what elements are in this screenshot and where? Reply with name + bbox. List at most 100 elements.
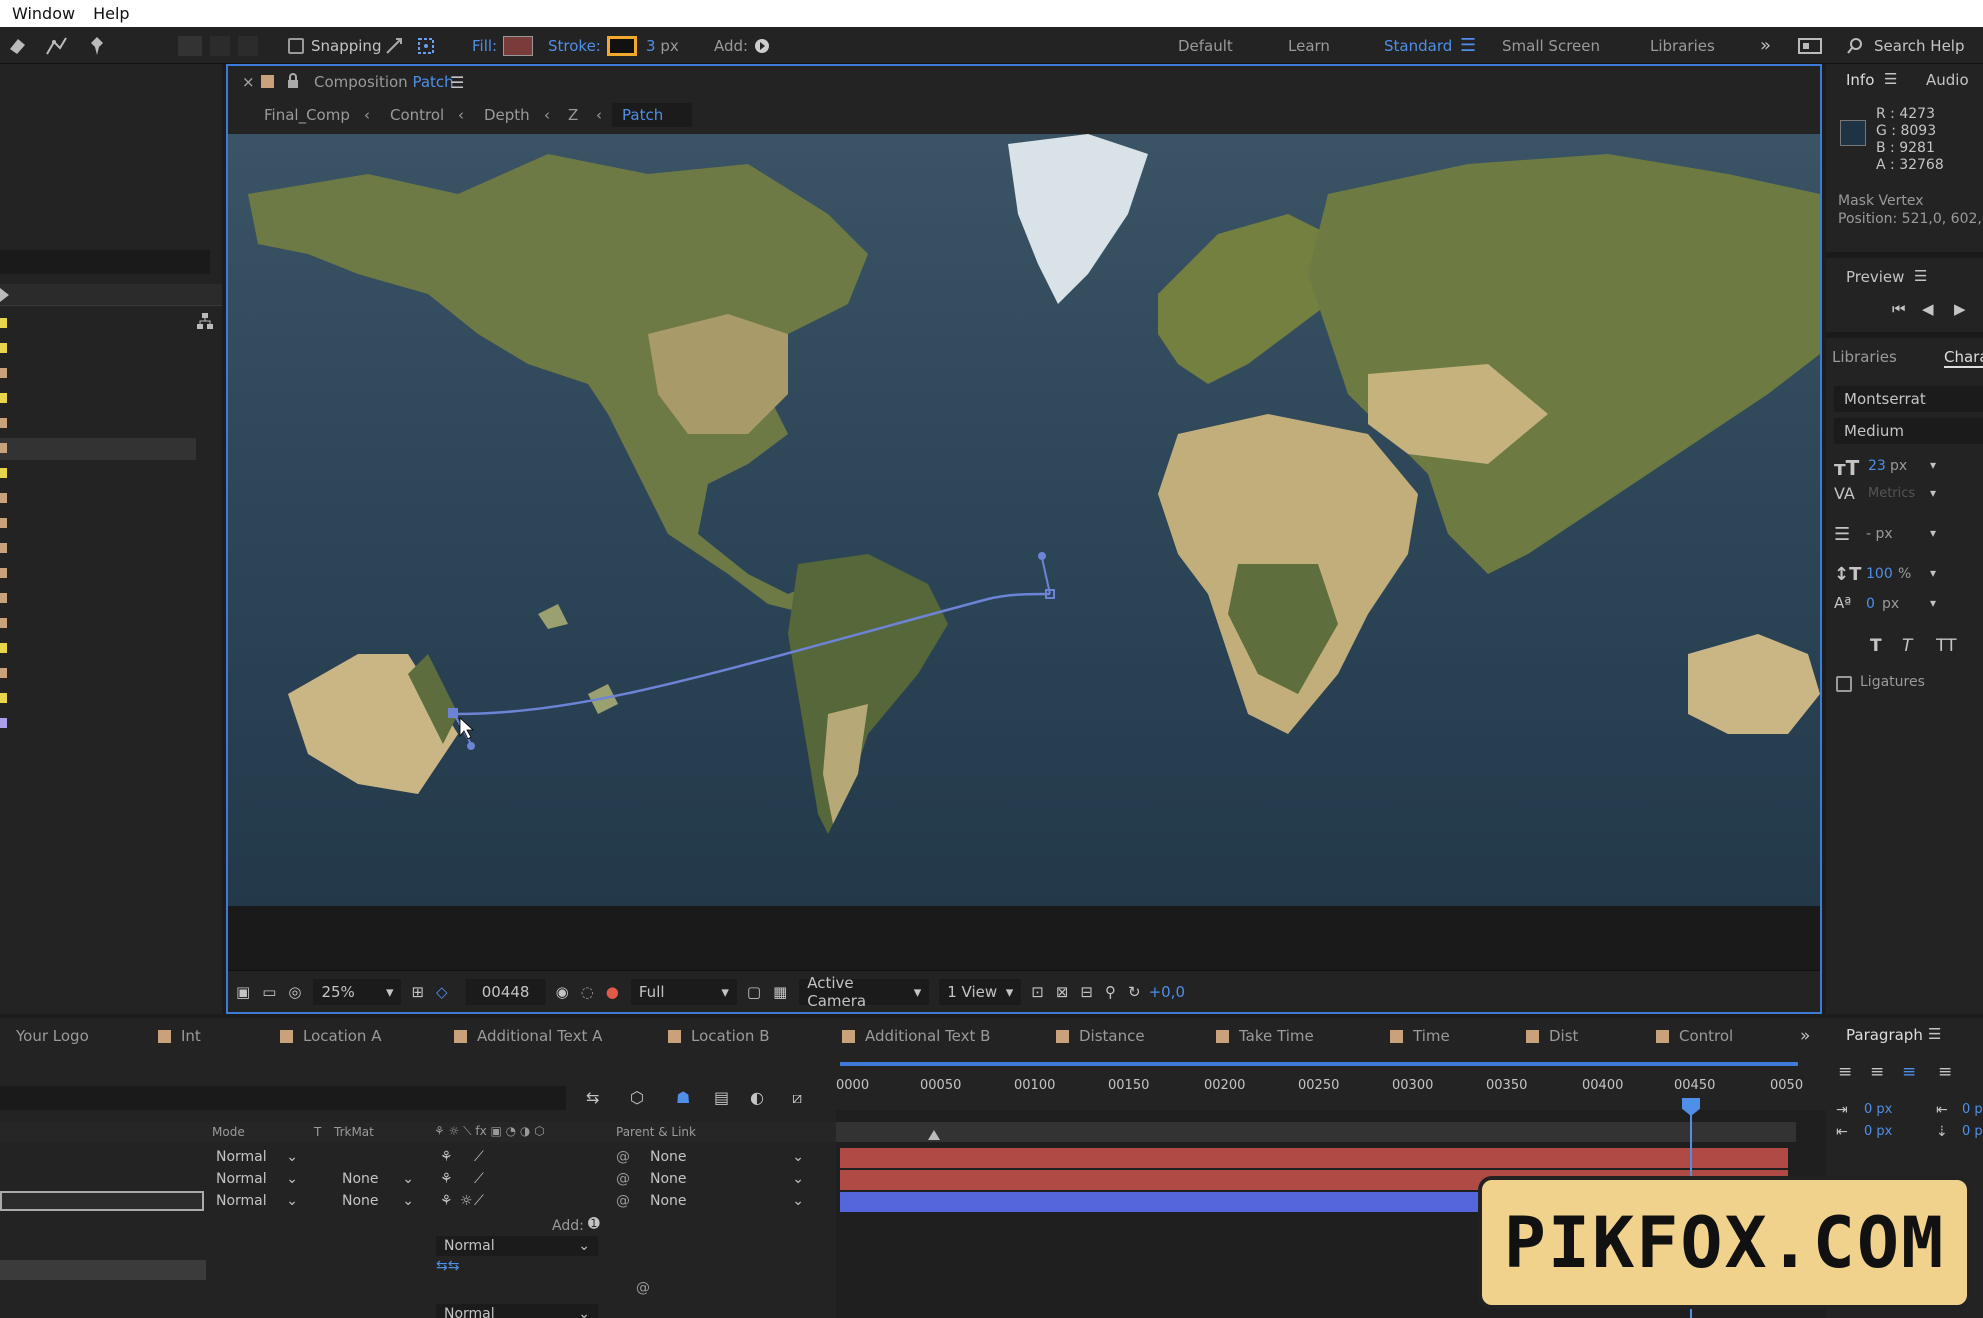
workspace-default[interactable]: Default <box>1178 27 1233 64</box>
flowchart-icon[interactable]: ⚲ <box>1105 983 1116 1001</box>
tab-location-a[interactable]: Location A <box>280 1018 381 1054</box>
align-right-icon[interactable]: ≡ <box>1902 1062 1916 1082</box>
tab-your-logo[interactable]: Your Logo <box>16 1018 89 1054</box>
chevron-down-icon[interactable]: ▾ <box>1930 596 1936 610</box>
justify-icon[interactable]: ≡ <box>1938 1062 1952 1082</box>
snap-options-icon[interactable] <box>384 27 404 64</box>
transparency-grid-icon[interactable]: ▦ <box>773 983 787 1001</box>
tab-distance[interactable]: Distance <box>1056 1018 1145 1054</box>
font-size-value[interactable]: 23 <box>1868 458 1886 474</box>
faux-italic-icon[interactable]: T <box>1902 636 1912 656</box>
grid-guide-icon[interactable]: ⊞ <box>411 983 424 1001</box>
fill-swatch[interactable] <box>503 35 534 56</box>
composition-viewer[interactable] <box>228 134 1820 906</box>
layer-mode-dropdown[interactable]: Normal ⌄ <box>216 1147 298 1167</box>
quality-switch-icon[interactable]: ⟋ <box>474 1171 484 1187</box>
first-frame-icon[interactable]: ⏮ <box>1892 300 1906 318</box>
align-left-icon[interactable]: ≡ <box>1838 1062 1852 1082</box>
tab-location-b[interactable]: Location B <box>668 1018 770 1054</box>
close-tab-icon[interactable]: × <box>242 73 255 91</box>
add-control[interactable]: Add: <box>714 27 770 64</box>
trkmat-dropdown[interactable]: None ⌄ <box>342 1169 414 1189</box>
sync-settings-icon[interactable] <box>1798 27 1822 64</box>
layer-mode-dropdown[interactable]: Normal ⌄ <box>216 1191 298 1211</box>
layer-duration-bar[interactable] <box>840 1148 1788 1168</box>
play-icon[interactable]: ▶ <box>1954 300 1966 318</box>
snapshot-icon[interactable]: ◉ <box>556 983 569 1001</box>
quality-switch-icon[interactable]: ⟋ <box>474 1149 484 1165</box>
breadcrumb-control[interactable]: Control <box>390 106 444 124</box>
project-selected-row[interactable] <box>0 438 196 460</box>
channel-icon[interactable]: ● <box>606 983 619 1001</box>
snapping-toggle[interactable]: Snapping <box>288 27 381 64</box>
pick-whip-icon[interactable]: @ <box>636 1280 650 1296</box>
composition-tab[interactable]: Composition Patch <box>314 73 454 91</box>
space-after-value[interactable]: 0 p <box>1962 1124 1983 1139</box>
menu-help[interactable]: Help <box>93 4 129 23</box>
previous-frame-icon[interactable]: ◀ <box>1922 300 1934 318</box>
stroke-width-value[interactable]: 3 <box>646 37 656 55</box>
shy-switch-icon[interactable]: ⚘ <box>440 1149 453 1165</box>
reset-exposure-icon[interactable]: ↻ <box>1128 983 1141 1001</box>
region-of-interest-icon[interactable]: ▢ <box>747 983 761 1001</box>
vertical-scale-value[interactable]: 100 <box>1866 566 1893 582</box>
align-center-icon[interactable]: ≡ <box>1870 1062 1884 1082</box>
always-preview-icon[interactable]: ▣ <box>236 983 250 1001</box>
pick-whip-icon[interactable]: @ <box>616 1193 630 1209</box>
indent-right-value[interactable]: 0 p <box>1962 1102 1983 1117</box>
breadcrumb-depth[interactable]: Depth <box>484 106 530 124</box>
graph-editor-icon[interactable]: ⧄ <box>792 1088 802 1108</box>
mask-mode-dropdown[interactable]: Normal ⌄ <box>436 1236 598 1256</box>
tab-control[interactable]: Control <box>1656 1018 1733 1054</box>
motion-blur-icon[interactable]: ◐ <box>750 1088 764 1107</box>
fill-control[interactable]: Fill: <box>472 27 534 64</box>
menu-window[interactable]: Window <box>12 4 75 23</box>
parent-dropdown[interactable]: None ⌄ <box>650 1147 804 1167</box>
more-workspaces-icon[interactable]: » <box>1760 27 1771 64</box>
tab-int[interactable]: Int <box>158 1018 201 1054</box>
comp-mini-flowchart-icon[interactable]: ⇆ <box>586 1088 599 1107</box>
panel-menu-icon[interactable]: ☰ <box>1884 70 1897 88</box>
workspace-menu-icon[interactable]: ☰ <box>1460 27 1476 64</box>
collapse-switch-icon[interactable]: ☼ <box>460 1193 473 1209</box>
snap-target-icon[interactable] <box>416 27 436 64</box>
tab-time[interactable]: Time <box>1390 1018 1450 1054</box>
resolution-dropdown[interactable]: Full ▾ <box>630 978 737 1005</box>
quality-switch-icon[interactable]: ⟋ <box>474 1193 484 1209</box>
stroke-width-control[interactable]: 3 px <box>646 27 679 64</box>
all-caps-icon[interactable]: TT <box>1936 636 1956 656</box>
indent-first-value[interactable]: 0 px <box>1864 1124 1892 1139</box>
font-family-dropdown[interactable]: Montserrat <box>1834 386 1983 412</box>
search-help[interactable]: Search Help <box>1846 27 1965 64</box>
shy-layers-icon[interactable]: ☗ <box>676 1088 690 1107</box>
timeline-icon[interactable]: ⊟ <box>1080 983 1093 1001</box>
layer-search-input[interactable] <box>0 1086 566 1110</box>
tab-audio[interactable]: Audio <box>1926 71 1969 89</box>
shy-switch-icon[interactable]: ⚘ <box>440 1193 453 1209</box>
pick-whip-icon[interactable]: @ <box>616 1149 630 1165</box>
parent-dropdown[interactable]: None ⌄ <box>650 1191 804 1211</box>
workspace-small-screen[interactable]: Small Screen <box>1502 27 1600 64</box>
add-arrow-icon[interactable] <box>754 38 770 54</box>
tab-info[interactable]: Info <box>1846 71 1874 89</box>
breadcrumb-patch[interactable]: Patch <box>612 103 692 127</box>
tab-take-time[interactable]: Take Time <box>1216 1018 1314 1054</box>
panel-menu-icon[interactable]: ☰ <box>1928 1025 1941 1043</box>
toggle-pixel-aspect-icon[interactable]: ⊡ <box>1031 983 1044 1001</box>
puppet-pin-tool-icon[interactable] <box>44 27 70 64</box>
ligatures-checkbox[interactable] <box>1836 676 1852 692</box>
tab-dist[interactable]: Dist <box>1526 1018 1578 1054</box>
workspace-libraries[interactable]: Libraries <box>1650 27 1715 64</box>
layer-name-field[interactable] <box>0 1191 204 1211</box>
chevron-down-icon[interactable]: ▾ <box>1930 566 1936 580</box>
mask-visibility-icon[interactable]: ◇ <box>436 983 448 1001</box>
tab-libraries[interactable]: Libraries <box>1832 348 1897 366</box>
shy-switch-icon[interactable]: ⚘ <box>440 1171 453 1187</box>
playhead-handle[interactable] <box>1682 1098 1700 1116</box>
more-tabs-icon[interactable]: » <box>1800 1018 1810 1054</box>
panel-menu-icon[interactable]: ☰ <box>1914 267 1927 285</box>
mask-mode-dropdown-2[interactable]: Normal ⌄ <box>436 1304 598 1318</box>
breadcrumb-final-comp[interactable]: Final_Comp <box>264 106 350 124</box>
pin-tool-icon[interactable] <box>86 27 108 64</box>
chevron-down-icon[interactable]: ▾ <box>1930 458 1936 472</box>
